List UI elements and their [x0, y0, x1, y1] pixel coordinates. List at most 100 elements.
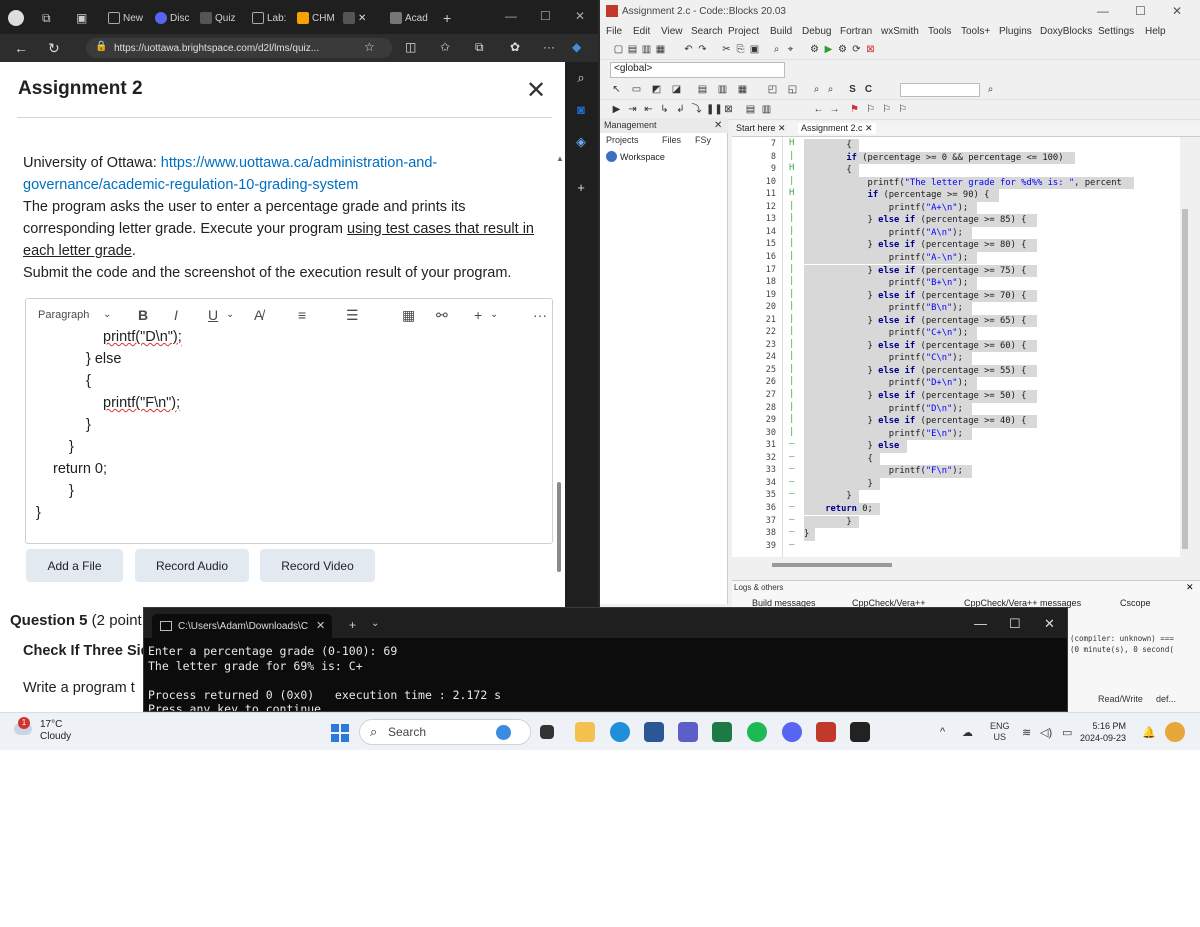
close-icon[interactable]: ✕: [526, 76, 546, 105]
tab-fsymbols[interactable]: FSy: [695, 135, 711, 145]
volume-icon[interactable]: ◁): [1040, 726, 1052, 739]
tab-actions-icon[interactable]: ▣: [76, 8, 87, 28]
scrollbar-thumb[interactable]: [772, 563, 892, 567]
underline-button[interactable]: U: [208, 307, 218, 323]
fold-marker[interactable]: –: [789, 464, 794, 474]
fold-marker[interactable]: –: [789, 502, 794, 512]
task-view-icon[interactable]: [540, 725, 554, 739]
stop-icon[interactable]: ⊠: [722, 103, 735, 116]
forward-arrow-icon[interactable]: →: [828, 103, 841, 116]
fold-marker[interactable]: |: [789, 176, 794, 186]
menu-edit[interactable]: Edit: [633, 26, 650, 37]
menu-tools-plus[interactable]: Tools+: [961, 26, 990, 37]
bookmark-icon[interactable]: ⚐: [864, 103, 877, 116]
tab-quiz[interactable]: Quiz: [200, 8, 236, 28]
close-icon[interactable]: ✕: [1186, 582, 1194, 593]
fold-marker[interactable]: |: [789, 376, 794, 386]
tab-lab[interactable]: Lab:: [252, 8, 286, 28]
shape-icon[interactable]: ▭: [630, 83, 643, 96]
window-icon[interactable]: ▥: [760, 103, 773, 116]
debug-step-icon[interactable]: ⇥: [626, 103, 639, 116]
refresh-icon[interactable]: ↻: [48, 40, 60, 57]
workspace-node[interactable]: Workspace: [606, 151, 665, 162]
fold-marker[interactable]: |: [789, 402, 794, 412]
maximize-icon[interactable]: ☐: [1009, 616, 1021, 632]
tab-files[interactable]: Files: [662, 135, 681, 145]
menu-project[interactable]: Project: [728, 26, 759, 37]
tag-icon[interactable]: ◈: [573, 134, 589, 150]
shape-icon[interactable]: ▤: [696, 83, 709, 96]
fold-marker[interactable]: |: [789, 213, 794, 223]
list-icon[interactable]: ☰: [346, 307, 359, 324]
close-window-icon[interactable]: ✕: [1172, 4, 1182, 18]
record-audio-button[interactable]: Record Audio: [135, 549, 249, 582]
zoom-icon[interactable]: ⌕: [824, 83, 837, 96]
tab-active-quiz[interactable]: ✕: [343, 8, 366, 28]
more-options-icon[interactable]: ···: [533, 307, 547, 323]
fold-marker[interactable]: –: [789, 452, 794, 462]
add-file-button[interactable]: Add a File: [26, 549, 123, 582]
tab-start-here[interactable]: Start here ✕: [736, 123, 786, 134]
horizontal-scrollbar[interactable]: [732, 560, 1190, 570]
replace-icon[interactable]: ⌖: [784, 43, 797, 56]
favorites-icon[interactable]: ✩: [440, 40, 450, 54]
fold-marker[interactable]: |: [789, 264, 794, 274]
fold-marker[interactable]: –: [789, 527, 794, 537]
close-tab-icon[interactable]: ✕: [316, 619, 325, 632]
fold-marker[interactable]: |: [789, 314, 794, 324]
bold-button[interactable]: B: [138, 307, 148, 323]
bookmark-icon[interactable]: ⚐: [880, 103, 893, 116]
new-tab-button[interactable]: +: [443, 8, 451, 28]
align-icon[interactable]: ≡: [298, 307, 306, 323]
text-color-icon[interactable]: A̸: [254, 307, 263, 323]
fold-marker[interactable]: |: [789, 289, 794, 299]
fold-marker[interactable]: |: [789, 326, 794, 336]
menu-wxsmith[interactable]: wxSmith: [881, 26, 919, 37]
search-icon[interactable]: ⌕: [573, 70, 589, 86]
language-indicator[interactable]: ENG US: [990, 721, 1010, 743]
close-icon[interactable]: ✕: [714, 120, 722, 131]
copy-icon[interactable]: ⎘: [734, 43, 747, 56]
build-icon[interactable]: ⚙: [808, 43, 821, 56]
shape-icon[interactable]: ▥: [716, 83, 729, 96]
spotify-icon[interactable]: [747, 722, 767, 742]
add-icon[interactable]: +: [573, 180, 589, 196]
zoom-icon[interactable]: ⌕: [810, 83, 823, 96]
menu-view[interactable]: View: [661, 26, 683, 37]
vertical-scrollbar[interactable]: [1180, 137, 1190, 557]
edge-icon[interactable]: [610, 722, 630, 742]
copilot-icon[interactable]: ◆: [572, 40, 581, 54]
debug-step-icon[interactable]: ⇤: [642, 103, 655, 116]
fold-marker[interactable]: |: [789, 414, 794, 424]
tab-chm[interactable]: CHM: [297, 8, 335, 28]
rebuild-icon[interactable]: ⟳: [850, 43, 863, 56]
redo-icon[interactable]: ↷: [696, 43, 709, 56]
fold-marker[interactable]: |: [789, 201, 794, 211]
menu-tools[interactable]: Tools: [928, 26, 951, 37]
fold-marker[interactable]: |: [789, 301, 794, 311]
shape-icon[interactable]: ▦: [736, 83, 749, 96]
excel-icon[interactable]: [712, 722, 732, 742]
globals-select[interactable]: <global>: [610, 62, 785, 78]
fold-marker[interactable]: |: [789, 364, 794, 374]
run-icon[interactable]: ▶: [822, 43, 835, 56]
open-icon[interactable]: ▤: [626, 43, 639, 56]
menu-help[interactable]: Help: [1145, 26, 1166, 37]
abort-icon[interactable]: ⊠: [864, 43, 877, 56]
wifi-icon[interactable]: ≋: [1022, 726, 1031, 739]
fold-marker[interactable]: |: [789, 238, 794, 248]
start-button[interactable]: [331, 724, 349, 742]
fold-marker[interactable]: |: [789, 276, 794, 286]
search-icon[interactable]: ⌕: [984, 83, 997, 96]
maximize-icon[interactable]: ☐: [1135, 4, 1146, 18]
taskbar-search[interactable]: ⌕ Search: [359, 719, 531, 745]
tab-assignment[interactable]: Assignment 2.c ✕: [798, 123, 876, 134]
pointer-icon[interactable]: ↖: [610, 83, 623, 96]
fold-marker[interactable]: |: [789, 251, 794, 261]
teams-icon[interactable]: [678, 722, 698, 742]
workspaces-icon[interactable]: ⧉: [42, 8, 51, 28]
insert-stuff-icon[interactable]: ▦: [402, 307, 415, 324]
bookmark-icon[interactable]: ⚐: [896, 103, 909, 116]
terminal-tab[interactable]: C:\Users\Adam\Downloads\C: [152, 614, 332, 638]
more-menu-icon[interactable]: ···: [543, 40, 555, 54]
